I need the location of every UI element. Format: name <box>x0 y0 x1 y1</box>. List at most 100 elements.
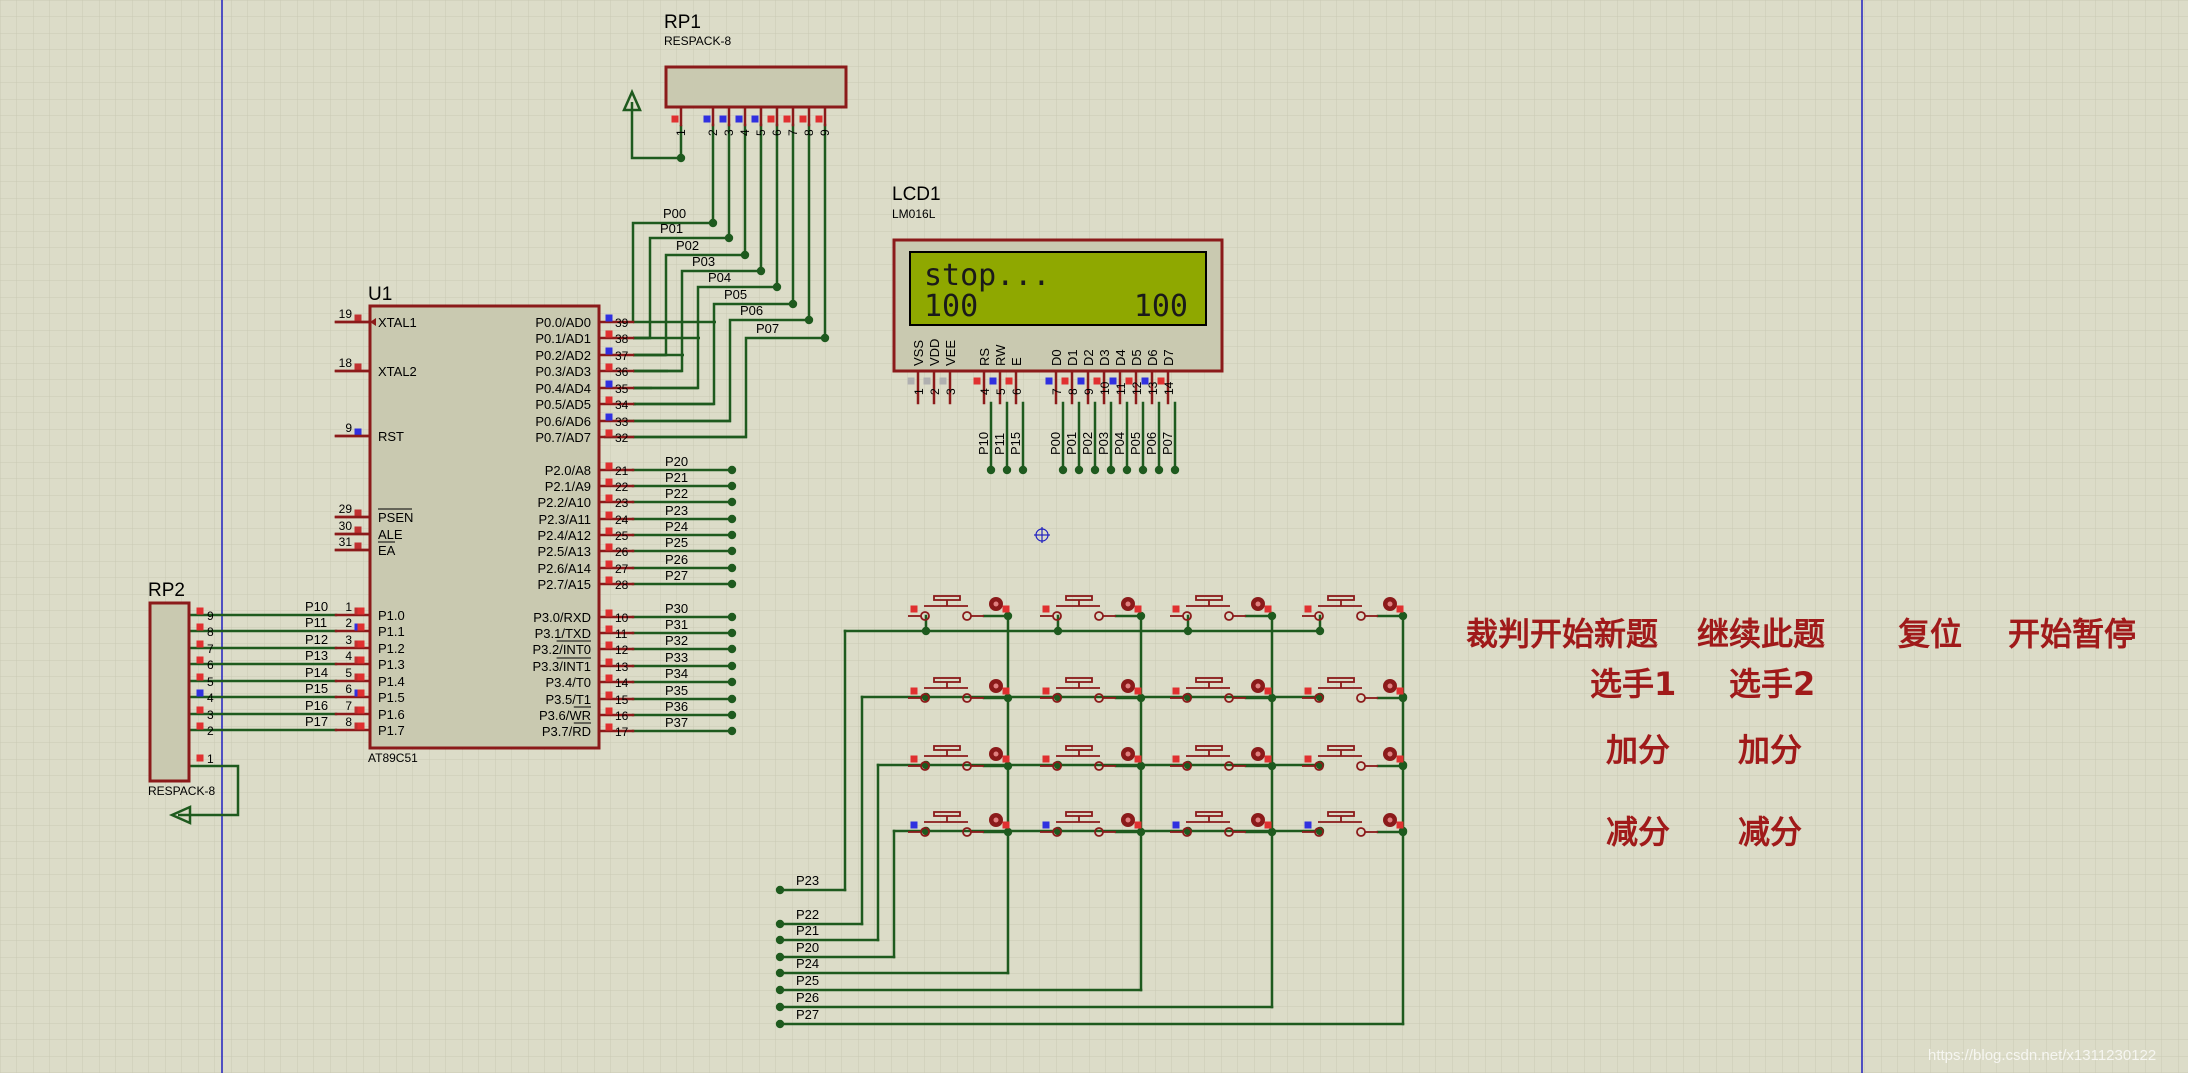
p0-junction <box>820 333 830 343</box>
u1-pin-name: P3.2/INT0 <box>532 642 591 657</box>
button-indicator-core <box>1387 601 1393 607</box>
u1-pin-name: P2.2/A10 <box>538 495 592 510</box>
lcd1-pin-number: 1 <box>912 388 926 395</box>
u1-pin-name: XTAL1 <box>378 315 417 330</box>
u1-pin-marker <box>605 429 613 437</box>
p0-junction <box>756 266 766 276</box>
rp2-pin-number: 3 <box>207 708 214 722</box>
rp1-pin-number: 4 <box>738 129 752 136</box>
rp2-pin-marker <box>196 673 204 681</box>
button-pin-marker <box>1264 755 1272 763</box>
u1-pin-marker <box>605 462 613 470</box>
button-pin-marker <box>1042 821 1050 829</box>
rp1-pin-marker <box>751 115 759 123</box>
rp1-pin-number: 8 <box>802 129 816 136</box>
lcd1-pin-marker <box>1061 377 1069 385</box>
net-label: P03 <box>692 254 715 269</box>
net-label: P17 <box>305 714 328 729</box>
u1-pin-number: 36 <box>615 365 629 379</box>
lcd1-pin-number: 2 <box>928 388 942 395</box>
lcd1-ref: LCD1 <box>892 184 941 205</box>
lcd1-pin-number: 7 <box>1050 388 1064 395</box>
button-pin-marker <box>1304 687 1312 695</box>
annotation-player-2: 选手2 <box>1729 665 1815 703</box>
u1-pin-name: ALE <box>378 527 403 542</box>
u1-pin-number: 28 <box>615 578 629 592</box>
button-pin-marker <box>1002 687 1010 695</box>
u1-pin-marker <box>357 607 365 615</box>
lcd-line-2-right: 100 <box>1134 289 1188 324</box>
rp2-pin-number: 9 <box>207 609 214 623</box>
rp2-pin-marker <box>196 754 204 762</box>
rp2-ref: RP2 <box>148 580 185 601</box>
p3-net-end <box>727 628 737 638</box>
p2-net-end <box>727 563 737 573</box>
net-label: P06 <box>740 303 763 318</box>
net-label: P05 <box>724 287 747 302</box>
u1-pin-number: 3 <box>345 633 352 647</box>
rp2-pin-number: 8 <box>207 625 214 639</box>
u1-pin-marker <box>605 330 613 338</box>
u1-pin-number: 12 <box>615 643 629 657</box>
u1-pin-marker <box>605 658 613 666</box>
annotation-player-1: 选手1 <box>1590 665 1676 703</box>
schematic-svg[interactable]: U1AT89C5119XTAL118XTAL29RST29PSEN30ALE31… <box>0 0 2188 1073</box>
keypad-junction <box>1267 611 1277 621</box>
button-pin-marker <box>1134 687 1142 695</box>
u1-pin-name: P1.6 <box>378 707 405 722</box>
button-indicator-core <box>1255 601 1261 607</box>
u1-pin-marker <box>605 543 613 551</box>
rp1-pin-marker <box>783 115 791 123</box>
p2-net-end <box>727 579 737 589</box>
keypad-net-end <box>775 952 785 962</box>
lcd1-pin-number: 14 <box>1162 381 1176 395</box>
keypad-junction <box>1003 761 1013 771</box>
u1-pin-number: 8 <box>345 715 352 729</box>
u1-pin-number: 2 <box>345 616 352 630</box>
lcd1-pin-name: D2 <box>1081 349 1096 366</box>
keypad-junction <box>1267 693 1277 703</box>
u1-pin-number: 4 <box>345 649 352 663</box>
lcd1-pin-marker <box>973 377 981 385</box>
net-label: P14 <box>305 665 328 680</box>
rp1-pin-marker <box>815 115 823 123</box>
u1-pin-marker <box>605 625 613 633</box>
keypad-net-end <box>775 985 785 995</box>
u1-pin-marker <box>605 314 613 322</box>
u1-pin-marker <box>605 478 613 486</box>
rp1-pin-number: 7 <box>786 129 800 136</box>
u1-pin-name: P3.5/T1 <box>545 692 591 707</box>
button-pin-marker <box>1042 755 1050 763</box>
u1-ref: U1 <box>368 284 392 305</box>
button-pin-marker <box>910 821 918 829</box>
button-pin-marker <box>1134 821 1142 829</box>
u1-pin-number: 11 <box>615 627 628 641</box>
button-indicator-core <box>1125 683 1131 689</box>
u1-pin-number: 24 <box>615 513 629 527</box>
net-label: P05 <box>1128 432 1143 455</box>
u1-pin-name: P0.3/AD3 <box>535 364 591 379</box>
rp1-pin-number: 5 <box>754 129 768 136</box>
schematic-canvas[interactable]: U1 AT89C51 19 XTAL1 18 XTAL2 9 RST 29 PSEN 30 ALE 31… <box>0 0 2188 1073</box>
p3-net-end <box>727 710 737 720</box>
keypad-junction <box>1398 611 1408 621</box>
keypad-junction <box>1053 626 1063 636</box>
annotation-sub-score-2: 减分 <box>1738 813 1802 851</box>
button-indicator-core <box>1255 817 1261 823</box>
net-label: P04 <box>1112 432 1127 455</box>
rp2-pin-number: 7 <box>207 642 214 656</box>
button-pin-marker <box>1002 755 1010 763</box>
annotation-continue-question: 继续此题 <box>1697 615 1825 653</box>
net-label: P16 <box>305 698 328 713</box>
lcd1-pin-name: RW <box>993 344 1008 366</box>
keypad-junction <box>1267 827 1277 837</box>
u1-pin-name: P2.4/A12 <box>538 528 592 543</box>
grid-background <box>0 0 2188 1073</box>
u1-pin-name: P2.1/A9 <box>545 479 591 494</box>
u1-pin-marker <box>354 542 362 550</box>
net-label: P26 <box>665 552 688 567</box>
net-label: P30 <box>665 601 688 616</box>
u1-pin-marker <box>605 641 613 649</box>
button-pin-marker <box>1042 687 1050 695</box>
button-pin-marker <box>1304 821 1312 829</box>
